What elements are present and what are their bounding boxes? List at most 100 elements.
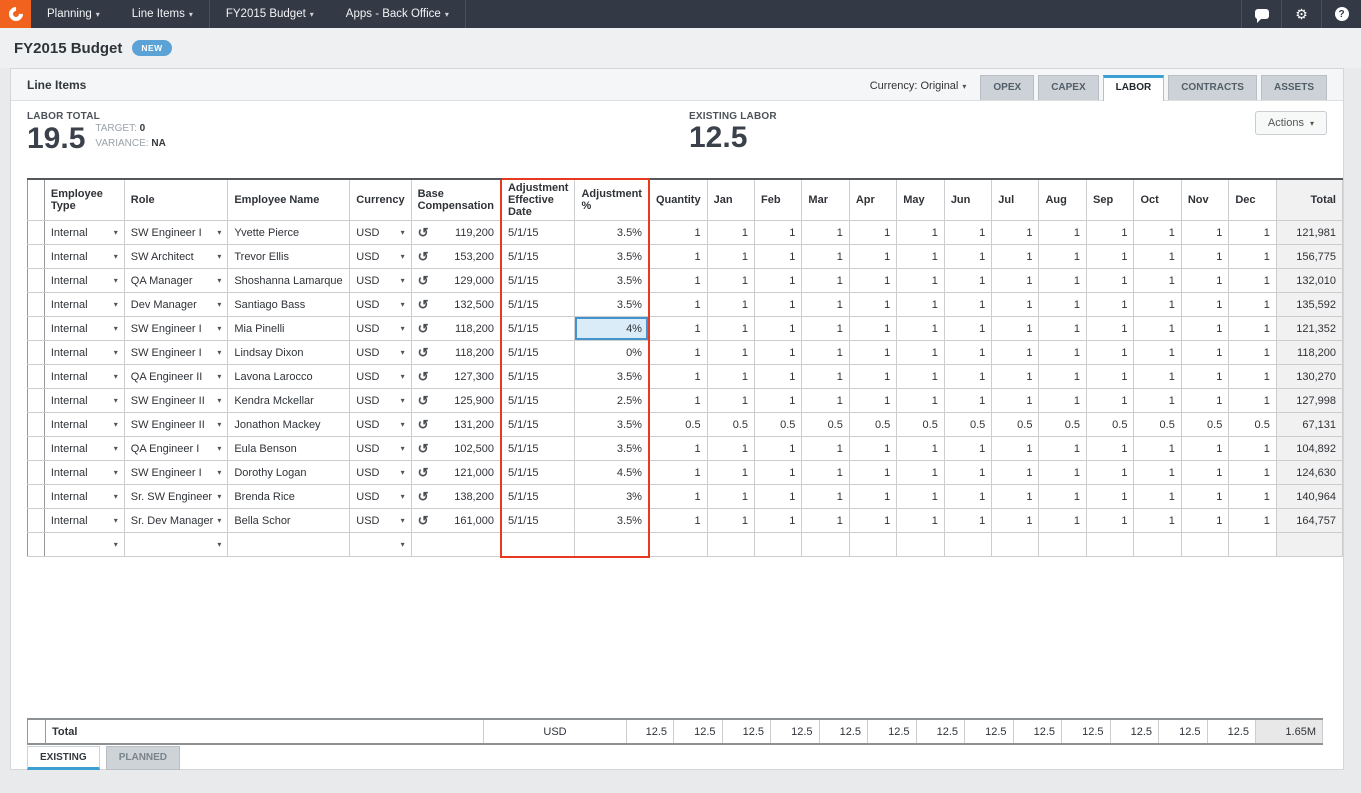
cell-month-mar-empty[interactable]	[801, 532, 850, 558]
cell-role[interactable]: QA Engineer II ▾	[123, 364, 229, 390]
cell-month-oct[interactable]: 1	[1133, 244, 1182, 270]
menu-fy2015-budget[interactable]: FY2015 Budget ▾	[210, 0, 330, 28]
cell-month-jun[interactable]: 1	[943, 436, 993, 462]
revert-icon[interactable]: ↺	[418, 417, 429, 433]
revert-icon[interactable]: ↺	[418, 369, 429, 385]
cell-month-jan[interactable]: 0.5	[706, 412, 755, 438]
cell-month-jul[interactable]: 1	[991, 340, 1040, 366]
chat-button[interactable]	[1241, 0, 1281, 28]
cell-month-apr[interactable]: 1	[848, 388, 898, 414]
cell-role[interactable]: SW Engineer I ▾	[123, 340, 229, 366]
cell-currency[interactable]: USD ▾	[349, 460, 412, 486]
cell-adjustment-effective-date[interactable]: 5/1/15	[499, 364, 576, 390]
cell-quantity[interactable]: 1	[648, 460, 708, 486]
cell-month-dec[interactable]: 1	[1228, 292, 1277, 318]
cell-month-jun[interactable]: 1	[943, 244, 993, 270]
cell-month-sep[interactable]: 1	[1085, 508, 1135, 534]
cell-month-apr[interactable]: 1	[848, 364, 898, 390]
cell-month-nov[interactable]: 1	[1180, 220, 1230, 246]
cell-currency[interactable]: USD ▾	[349, 316, 412, 342]
cell-month-may[interactable]: 1	[896, 268, 945, 294]
cell-month-may[interactable]: 1	[896, 316, 945, 342]
cell-month-mar[interactable]: 1	[801, 484, 850, 510]
cell-month-jan[interactable]: 1	[706, 388, 755, 414]
cell-month-may[interactable]: 0.5	[896, 412, 945, 438]
bottom-tab-planned[interactable]: PLANNED	[105, 746, 181, 770]
revert-icon[interactable]: ↺	[418, 273, 429, 289]
cell-month-dec[interactable]: 0.5	[1228, 412, 1277, 438]
cell-month-jun[interactable]: 0.5	[943, 412, 993, 438]
cell-role[interactable]: Sr. SW Engineer ▾	[123, 484, 229, 510]
cell-month-mar[interactable]: 1	[801, 508, 850, 534]
cell-month-jul[interactable]: 1	[991, 244, 1040, 270]
cell-month-aug[interactable]: 1	[1038, 244, 1087, 270]
cell-month-nov[interactable]: 1	[1180, 340, 1230, 366]
revert-icon[interactable]: ↺	[418, 393, 429, 409]
cell-month-oct[interactable]: 1	[1133, 220, 1182, 246]
cell-employee-name[interactable]: Kendra Mckellar	[227, 388, 351, 414]
cell-month-apr[interactable]: 1	[848, 244, 898, 270]
revert-icon[interactable]: ↺	[418, 441, 429, 457]
cell-base-compensation[interactable]: ↺ 132,500	[410, 292, 502, 318]
cell-month-aug-empty[interactable]	[1038, 532, 1087, 558]
cell-month-dec[interactable]: 1	[1228, 244, 1277, 270]
cell-month-feb[interactable]: 1	[753, 340, 803, 366]
cell-employee-name[interactable]: Eula Benson	[227, 436, 351, 462]
cell-adjustment-effective-date[interactable]: 5/1/15	[499, 316, 576, 342]
revert-icon[interactable]: ↺	[418, 321, 429, 337]
cell-employee-type[interactable]: Internal ▾	[43, 460, 125, 486]
cell-month-aug[interactable]: 1	[1038, 460, 1087, 486]
cell-month-sep[interactable]: 1	[1085, 364, 1135, 390]
cell-adjustment-effective-date[interactable]: 5/1/15	[499, 508, 576, 534]
tab-labor[interactable]: LABOR	[1102, 75, 1165, 101]
cell-month-oct[interactable]: 0.5	[1133, 412, 1182, 438]
cell-month-mar[interactable]: 1	[801, 316, 850, 342]
cell-month-apr-empty[interactable]	[848, 532, 898, 558]
cell-month-mar[interactable]: 1	[801, 364, 850, 390]
cell-month-nov[interactable]: 1	[1180, 508, 1230, 534]
cell-adjustment-pct[interactable]: 3.5%	[574, 220, 650, 246]
cell-month-apr[interactable]: 1	[848, 220, 898, 246]
revert-icon[interactable]: ↺	[418, 225, 429, 241]
cell-month-jul[interactable]: 1	[991, 316, 1040, 342]
cell-employee-type[interactable]: Internal ▾	[43, 316, 125, 342]
cell-month-aug[interactable]: 1	[1038, 508, 1087, 534]
cell-month-jan[interactable]: 1	[706, 508, 755, 534]
cell-month-nov-empty[interactable]	[1180, 532, 1230, 558]
cell-month-jan[interactable]: 1	[706, 460, 755, 486]
cell-month-nov[interactable]: 1	[1180, 364, 1230, 390]
row-selector[interactable]	[27, 268, 45, 294]
revert-icon[interactable]: ↺	[418, 465, 429, 481]
cell-currency[interactable]: USD ▾	[349, 340, 412, 366]
cell-employee-type[interactable]: Internal ▾	[43, 484, 125, 510]
cell-month-jun[interactable]: 1	[943, 484, 993, 510]
cell-month-sep[interactable]: 1	[1085, 268, 1135, 294]
cell-month-may[interactable]: 1	[896, 388, 945, 414]
cell-employee-type[interactable]: Internal ▾	[43, 412, 125, 438]
cell-adjustment-effective-date[interactable]: 5/1/15	[499, 244, 576, 270]
cell-quantity[interactable]: 1	[648, 388, 708, 414]
cell-month-sep[interactable]: 1	[1085, 220, 1135, 246]
cell-month-sep[interactable]: 1	[1085, 316, 1135, 342]
cell-currency[interactable]: USD ▾	[349, 364, 412, 390]
cell-month-feb[interactable]: 1	[753, 436, 803, 462]
cell-month-feb[interactable]: 1	[753, 388, 803, 414]
cell-month-aug[interactable]: 1	[1038, 220, 1087, 246]
cell-month-jun[interactable]: 1	[943, 460, 993, 486]
cell-quantity[interactable]: 1	[648, 220, 708, 246]
cell-month-feb[interactable]: 1	[753, 292, 803, 318]
cell-adjustment-pct[interactable]: 3.5%	[574, 508, 650, 534]
cell-month-apr[interactable]: 0.5	[848, 412, 898, 438]
cell-base-compensation[interactable]: ↺ 118,200	[410, 340, 502, 366]
menu-planning[interactable]: Planning ▾	[31, 0, 116, 28]
cell-month-jun[interactable]: 1	[943, 364, 993, 390]
row-selector[interactable]	[27, 316, 45, 342]
cell-month-nov[interactable]: 1	[1180, 388, 1230, 414]
cell-quantity[interactable]: 0.5	[648, 412, 708, 438]
cell-currency-empty[interactable]: ▾	[349, 532, 412, 558]
cell-employee-name[interactable]: Shoshanna Lamarque	[227, 268, 351, 294]
cell-adjustment-effective-date[interactable]: 5/1/15	[499, 460, 576, 486]
cell-month-jan-empty[interactable]	[706, 532, 755, 558]
row-selector[interactable]	[27, 220, 45, 246]
tab-assets[interactable]: ASSETS	[1260, 75, 1327, 100]
